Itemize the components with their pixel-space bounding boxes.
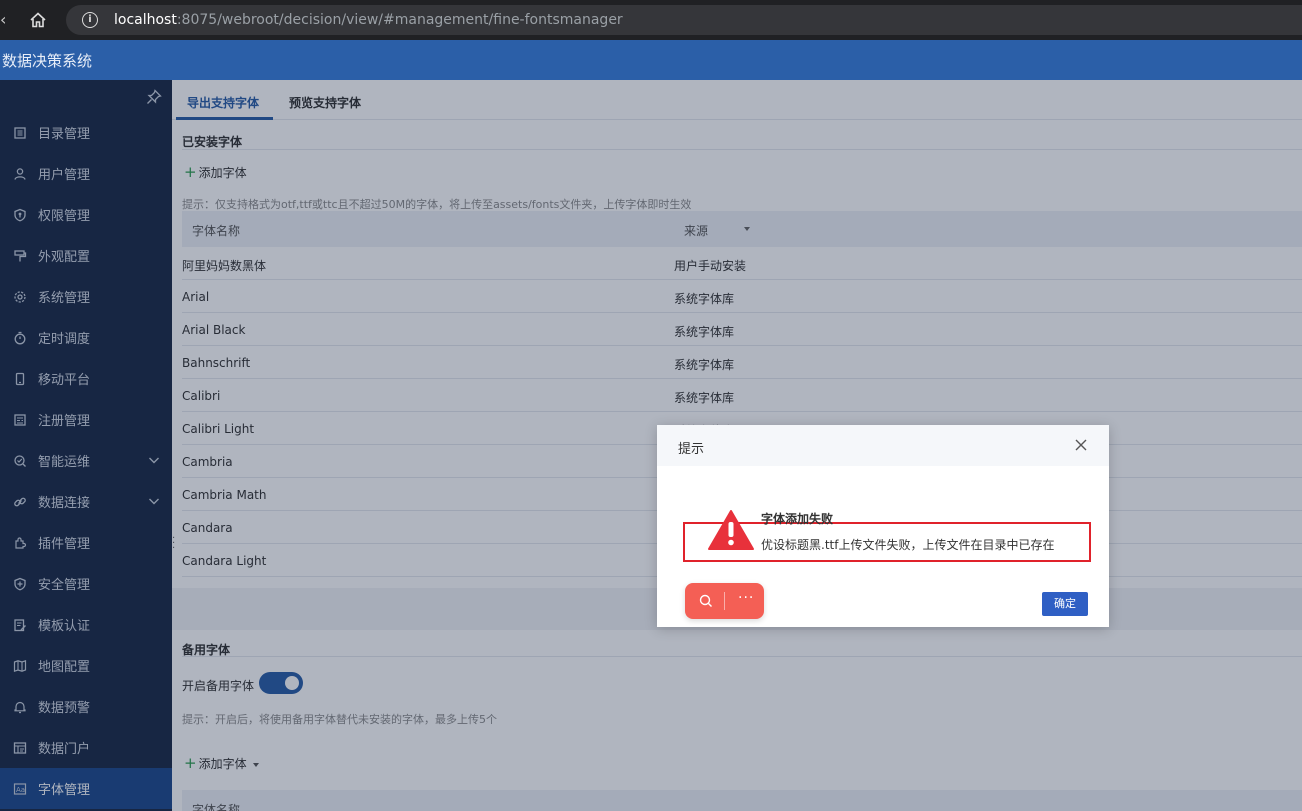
app-title: 数据决策系统 [2, 52, 93, 70]
dialog-title: 提示 [678, 442, 705, 457]
confirm-button[interactable]: 确定 [1042, 592, 1088, 616]
url-path: :8075/webroot/decision/view/#management/… [176, 12, 623, 28]
warning-icon [708, 510, 754, 550]
more-icon[interactable]: ··· [738, 590, 754, 606]
address-bar[interactable]: i localhost:8075/webroot/decision/view/#… [66, 5, 1302, 35]
url-host: localhost [114, 12, 177, 28]
error-title: 字体添加失败 [761, 512, 834, 526]
search-icon[interactable] [699, 594, 713, 608]
toolbar-separator [724, 592, 725, 610]
app-header: 数据决策系统 [0, 40, 1302, 80]
close-icon[interactable] [1075, 439, 1087, 451]
site-info-icon[interactable]: i [82, 12, 98, 28]
dialog-header: 提示 [657, 425, 1109, 466]
home-icon[interactable] [28, 10, 48, 30]
browser-toolbar: ‹ i localhost:8075/webroot/decision/view… [0, 0, 1302, 40]
error-message: 优设标题黑.ttf上传文件失败，上传文件在目录中已存在 [761, 538, 1055, 552]
floating-toolbar: ··· [685, 583, 764, 619]
back-button-fragment[interactable]: ‹ [0, 0, 14, 40]
